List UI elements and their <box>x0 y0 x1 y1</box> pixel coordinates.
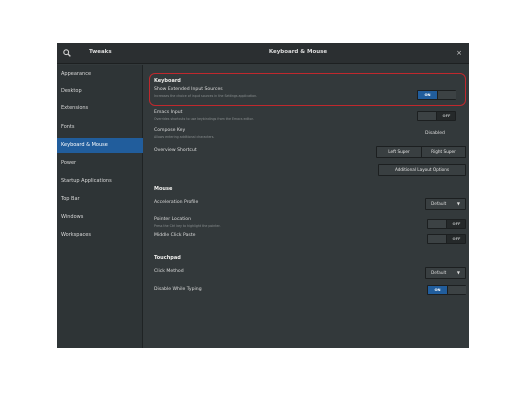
settings-panel: Keyboard Show Extended Input Sources Inc… <box>144 65 469 348</box>
pointer-location-description: Press the Ctrl key to highlight the poin… <box>154 224 221 228</box>
switch-state-label: ON <box>434 288 441 292</box>
sidebar-item-startup-applications[interactable]: Startup Applications <box>57 174 143 189</box>
dropdown-arrow-icon: ▼ <box>456 201 460 206</box>
emacs-input-label: Emacs Input <box>154 110 183 115</box>
sidebar-item-windows[interactable]: Windows <box>57 210 143 225</box>
extended-sources-description: Increases the choice of input sources in… <box>154 94 258 98</box>
emacs-input-switch[interactable]: OFF <box>417 111 456 121</box>
click-method-value: Default <box>431 270 447 275</box>
section-title-keyboard: Keyboard <box>154 78 181 84</box>
switch-state-label: OFF <box>452 222 461 226</box>
switch-state-label: OFF <box>442 114 451 118</box>
switch-state-label: OFF <box>452 237 461 241</box>
sidebar-item-fonts[interactable]: Fonts <box>57 120 143 135</box>
disable-while-typing-label: Disable While Typing <box>154 287 202 292</box>
disable-while-typing-switch[interactable]: ON <box>427 285 466 295</box>
sidebar-item-appearance[interactable]: Appearance <box>57 67 143 82</box>
section-title-mouse: Mouse <box>154 186 173 192</box>
close-icon[interactable]: × <box>456 48 462 58</box>
left-super-button[interactable]: Left Super <box>376 146 422 158</box>
section-title-touchpad: Touchpad <box>154 255 181 261</box>
window-title: Keyboard & Mouse <box>268 49 328 55</box>
emacs-input-description: Overrides shortcuts to use keybindings f… <box>154 117 254 121</box>
compose-key-value[interactable]: Disabled <box>425 131 445 136</box>
extended-sources-switch[interactable]: ON <box>417 90 456 100</box>
app-title: Tweaks <box>89 49 112 55</box>
switch-knob <box>437 91 456 99</box>
overview-shortcut-label: Overview Shortcut <box>154 148 197 153</box>
switch-state-label: ON <box>424 93 431 97</box>
tweaks-window: Tweaks Keyboard & Mouse × Appearance Des… <box>57 43 469 348</box>
middle-click-paste-switch[interactable]: OFF <box>427 234 466 244</box>
sidebar-item-keyboard-mouse[interactable]: Keyboard & Mouse <box>57 138 143 153</box>
extended-sources-label: Show Extended Input Sources <box>154 87 223 92</box>
switch-knob <box>428 220 447 228</box>
acceleration-profile-label: Acceleration Profile <box>154 200 199 205</box>
pointer-location-label: Pointer Location <box>154 217 192 222</box>
dropdown-arrow-icon: ▼ <box>456 270 460 275</box>
sidebar-item-top-bar[interactable]: Top Bar <box>57 192 143 207</box>
additional-layout-options-button[interactable]: Additional Layout Options <box>378 164 466 176</box>
title-bar-left: Tweaks <box>57 43 143 64</box>
right-super-button[interactable]: Right Super <box>421 146 466 158</box>
switch-knob <box>447 286 466 294</box>
acceleration-profile-value: Default <box>431 201 447 206</box>
pointer-location-switch[interactable]: OFF <box>427 219 466 229</box>
title-bar: Tweaks Keyboard & Mouse × <box>57 43 469 64</box>
sidebar-item-extensions[interactable]: Extensions <box>57 101 143 116</box>
sidebar-item-desktop[interactable]: Desktop <box>57 84 143 99</box>
click-method-dropdown[interactable]: Default ▼ <box>425 267 466 279</box>
compose-key-label: Compose Key <box>154 128 186 133</box>
switch-knob <box>418 112 437 120</box>
middle-click-paste-label: Middle Click Paste <box>154 233 196 238</box>
search-icon[interactable] <box>63 49 71 57</box>
sidebar: Appearance Desktop Extensions Fonts Keyb… <box>57 65 143 348</box>
click-method-label: Click Method <box>154 269 184 274</box>
acceleration-profile-dropdown[interactable]: Default ▼ <box>425 198 466 210</box>
switch-knob <box>428 235 447 243</box>
compose-key-description: Allows entering additional characters. <box>154 135 215 139</box>
sidebar-item-workspaces[interactable]: Workspaces <box>57 228 143 243</box>
sidebar-item-power[interactable]: Power <box>57 156 143 171</box>
